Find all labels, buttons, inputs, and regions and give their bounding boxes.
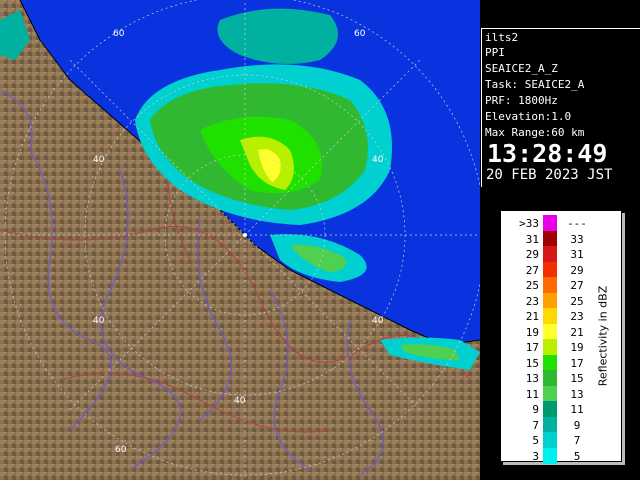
legend-swatch [543, 401, 557, 417]
legend-high-value: 33 [570, 232, 584, 246]
station-name: ilts2 [485, 31, 519, 44]
legend-low-value: 25 [525, 279, 539, 292]
legend-low-value: 27 [525, 263, 539, 277]
legend-low-value: 9 [532, 403, 539, 416]
legend-high-value: 23 [570, 310, 584, 323]
prf-value: PRF: 1800Hz [485, 94, 558, 107]
scan-date: 20 FEB 2023 JST [486, 167, 613, 183]
legend-high-value: 11 [570, 403, 584, 416]
range-label: 60 [354, 29, 366, 39]
radar-map: 60 60 40 40 40 40 40 60 [0, 0, 480, 480]
legend-low-value: 5 [532, 434, 539, 447]
legend-low-value: 3 [532, 449, 539, 463]
range-label: 60 [115, 445, 127, 455]
legend-row: 57 [501, 432, 621, 448]
legend-swatch [543, 432, 557, 448]
legend-swatch [543, 230, 557, 247]
legend-high-value: 13 [570, 387, 584, 401]
legend-high-value: 9 [573, 418, 581, 432]
legend-swatch [543, 308, 557, 324]
legend-high-value: 29 [570, 263, 584, 277]
legend-low-value: 11 [525, 387, 539, 401]
legend-high-value: 25 [570, 294, 584, 308]
scan-time: 13:28:49 [487, 139, 608, 168]
elevation-value: Elevation:1.0 [485, 110, 572, 123]
legend-high-value: 27 [570, 279, 584, 292]
max-range-value: Max Range:60 km [485, 126, 585, 139]
legend-low-value: 7 [532, 418, 539, 432]
range-label: 40 [234, 396, 246, 406]
legend-swatch [543, 261, 557, 278]
range-label: 40 [372, 316, 384, 326]
legend-low-value: 31 [525, 232, 539, 246]
legend-swatch [543, 323, 557, 340]
legend-swatch [543, 370, 557, 386]
legend-low-value: 23 [525, 294, 539, 308]
legend-low-value: 29 [525, 248, 539, 261]
legend-high-value: 15 [570, 372, 584, 385]
legend-swatch [543, 385, 557, 402]
legend-low-value: 17 [525, 341, 539, 354]
legend-high-value: 19 [570, 341, 584, 354]
legend-low-value: 19 [525, 325, 539, 339]
task-name: Task: SEAICE2_A [485, 78, 585, 91]
legend-low-value: 13 [525, 372, 539, 385]
legend-low-value: >33 [519, 217, 539, 230]
product-name: SEAICE2_A_Z [485, 62, 558, 75]
legend-row: >33 --- [501, 215, 621, 231]
legend-swatch [543, 215, 557, 231]
radar-info-panel: ilts2 PPI SEAICE2_A_Z Task: SEAICE2_A PR… [481, 28, 640, 187]
legend-axis-label: Reflectivity in dBZ [593, 241, 613, 431]
reflectivity-legend: >33 --- 31 33 29 31 27 29 25 27 23 25 21 23 19 21 17 19 15… [500, 210, 622, 464]
legend-title: Reflectivity in dBZ [596, 285, 610, 387]
range-label: 60 [113, 29, 125, 39]
legend-high-value: 21 [570, 325, 584, 339]
radar-site-marker [243, 233, 247, 237]
range-label: 40 [93, 316, 105, 326]
range-label: 40 [93, 155, 105, 165]
range-label: 40 [372, 155, 384, 165]
legend-low-value: 15 [525, 356, 539, 370]
legend-swatch [543, 277, 557, 293]
legend-high-value: 31 [570, 248, 584, 261]
legend-high-value: 7 [573, 434, 581, 447]
legend-row: 35 [501, 447, 621, 464]
legend-high-value: 17 [570, 356, 584, 370]
legend-swatch [543, 447, 557, 464]
legend-high-value: --- [567, 217, 587, 230]
legend-swatch [543, 339, 557, 355]
legend-swatch [543, 246, 557, 262]
legend-swatch [543, 354, 557, 371]
legend-swatch [543, 416, 557, 433]
legend-swatch [543, 292, 557, 309]
legend-low-value: 21 [525, 310, 539, 323]
legend-high-value: 5 [573, 449, 581, 463]
scan-type: PPI [485, 46, 505, 59]
